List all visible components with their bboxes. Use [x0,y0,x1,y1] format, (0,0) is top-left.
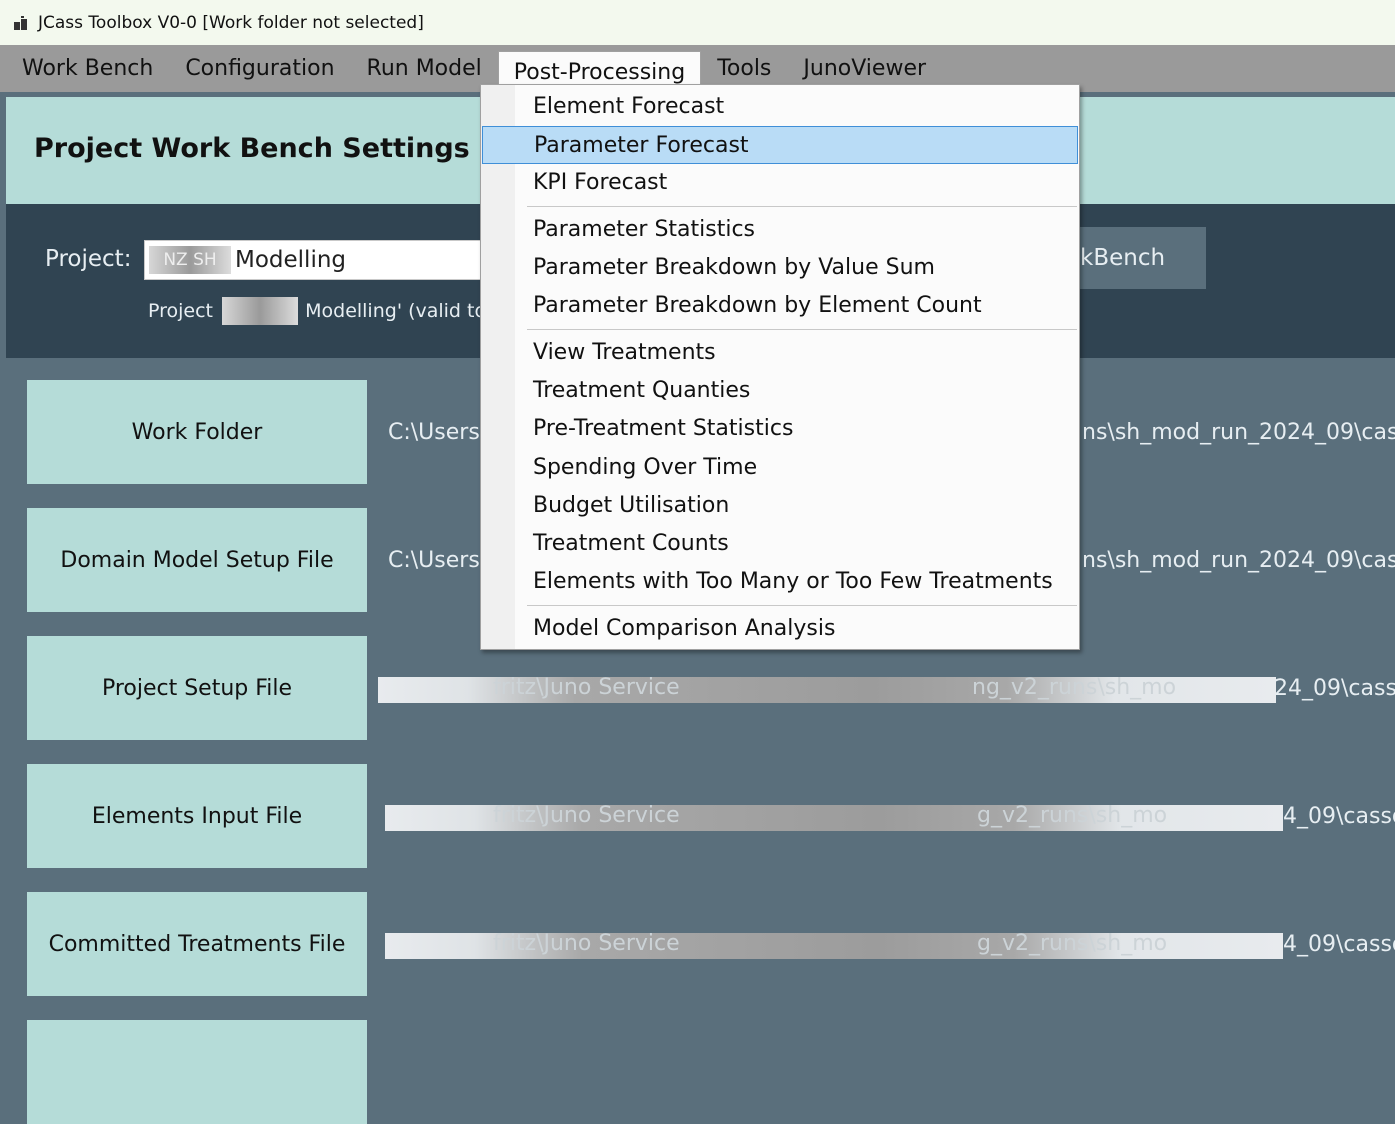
post-processing-dropdown: Element Forecast Parameter Forecast KPI … [480,84,1080,650]
menu-item-pre-treatment-statistics[interactable]: Pre-Treatment Statistics [481,410,1079,448]
menu-run-model[interactable]: Run Model [351,45,498,92]
project-label: Project: [45,246,132,272]
menu-item-parameter-forecast[interactable]: Parameter Forecast [482,126,1078,164]
elements-input-path-right: 4_09\casso [1283,804,1395,829]
window-title: JCass Toolbox V0-0 [Work folder not sele… [38,12,424,33]
menu-separator [527,206,1077,207]
project-note-suffix: Modelling' (valid to [305,300,487,322]
next-file-button[interactable] [27,1020,367,1124]
committed-treatments-path-right: 4_09\casso [1283,932,1395,957]
title-bar: JCass Toolbox V0-0 [Work folder not sele… [0,0,1395,45]
menu-item-parameter-breakdown-value-sum[interactable]: Parameter Breakdown by Value Sum [481,249,1079,287]
menu-item-parameter-breakdown-element-count[interactable]: Parameter Breakdown by Element Count [481,287,1079,325]
project-setup-path-right: 24_09\casso [1274,676,1395,701]
app-icon [14,15,28,30]
menu-item-model-comparison-analysis[interactable]: Model Comparison Analysis [481,610,1079,648]
work-folder-button[interactable]: Work Folder [27,380,367,484]
elements-input-path-masked: fritz\Juno Service g_v2_runs\sh_mo [385,803,1283,831]
project-setup-path-masked: fritz\Juno Service ng_v2_runs\sh_mo [378,675,1276,703]
menu-item-kpi-forecast[interactable]: KPI Forecast [481,164,1079,202]
elements-input-file-button[interactable]: Elements Input File [27,764,367,868]
work-folder-path-right: ns\sh_mod_run_2024_09\casso [1082,420,1395,445]
project-input-value: Modelling [235,247,347,273]
menu-item-budget-utilisation[interactable]: Budget Utilisation [481,487,1079,525]
work-folder-path-left: C:\Users [388,420,480,445]
menu-item-parameter-statistics[interactable]: Parameter Statistics [481,211,1079,249]
project-setup-file-button[interactable]: Project Setup File [27,636,367,740]
menu-item-element-forecast[interactable]: Element Forecast [481,88,1079,126]
project-note-prefix: Project [148,300,214,322]
menu-item-view-treatments[interactable]: View Treatments [481,334,1079,372]
menu-item-treatment-quanties[interactable]: Treatment Quanties [481,372,1079,410]
menu-separator [527,329,1077,330]
domain-model-setup-file-button[interactable]: Domain Model Setup File [27,508,367,612]
committed-treatments-file-button[interactable]: Committed Treatments File [27,892,367,996]
committed-treatments-path-masked: fritz\Juno Service g_v2_runs\sh_mo [385,931,1283,959]
menu-separator [527,605,1077,606]
masked-project-code: NZ SH [149,246,231,274]
project-note: Project Modelling' (valid to [148,300,486,322]
masked-note-code [222,297,298,325]
menu-item-elements-too-many-few-treatments[interactable]: Elements with Too Many or Too Few Treatm… [481,563,1079,601]
menu-configuration[interactable]: Configuration [169,45,350,92]
page-title: Project Work Bench Settings [34,133,470,164]
domain-model-path-left: C:\Users [388,548,480,573]
menu-item-spending-over-time[interactable]: Spending Over Time [481,449,1079,487]
menu-item-treatment-counts[interactable]: Treatment Counts [481,525,1079,563]
domain-model-path-right: ns\sh_mod_run_2024_09\casso [1082,548,1395,573]
menu-work-bench[interactable]: Work Bench [0,45,169,92]
